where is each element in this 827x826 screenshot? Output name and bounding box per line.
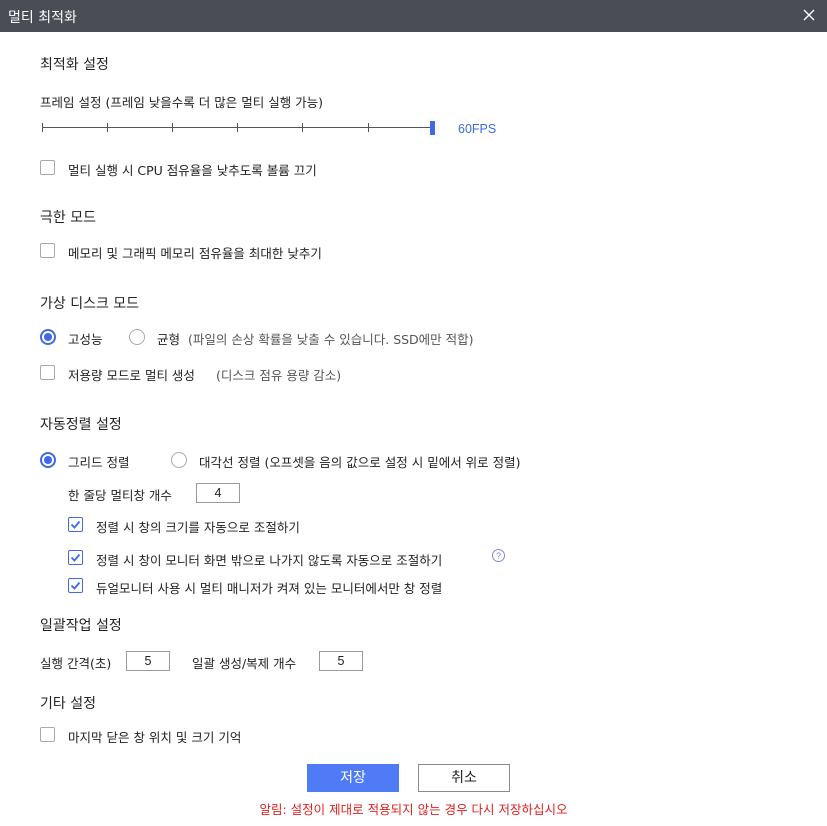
grid-arrange-label: 그리드 정렬 [68, 455, 130, 470]
diagonal-arrange-label: 대각선 정렬 (오프셋을 음의 값으로 설정 시 밑에서 위로 정렬) [199, 455, 521, 470]
balanced-note: (파일의 손상 확률을 낮출 수 있습니다. SSD에만 적합) [188, 332, 474, 347]
batch-heading: 일괄작업 설정 [40, 618, 122, 634]
high-performance-radio[interactable] [40, 329, 56, 345]
balanced-radio[interactable] [129, 329, 145, 345]
run-interval-label: 실행 간격(초) [40, 656, 112, 671]
windows-per-row-label: 한 줄당 멀티창 개수 [68, 488, 172, 503]
diagonal-arrange-radio[interactable] [171, 452, 187, 468]
slider-tick [368, 123, 369, 132]
title-bar: 멀티 최적화 [0, 0, 827, 32]
grid-arrange-radio[interactable] [40, 452, 56, 468]
remember-window-label: 마지막 닫은 창 위치 및 크기 기억 [68, 730, 242, 745]
batch-count-input[interactable]: 5 [319, 651, 363, 671]
optimize-heading: 최적화 설정 [40, 57, 109, 73]
balanced-label: 균형 [157, 332, 181, 347]
high-performance-label: 고성능 [68, 332, 103, 347]
mute-volume-label: 멀티 실행 시 CPU 점유율을 낮추도록 볼륨 끄기 [68, 163, 317, 178]
fps-value: 60FPS [458, 122, 497, 136]
low-capacity-label: 저용량 모드로 멀티 생성 [68, 368, 195, 383]
slider-tick [237, 123, 238, 132]
save-button[interactable]: 저장 [307, 764, 399, 792]
reduce-memory-label: 메모리 및 그래픽 메모리 점유율을 최대한 낮추기 [68, 246, 322, 261]
auto-arrange-heading: 자동정렬 설정 [40, 417, 122, 433]
dual-monitor-checkbox[interactable] [68, 578, 83, 593]
auto-resize-label: 정렬 시 창의 크기를 자동으로 조절하기 [96, 520, 300, 535]
slider-tick [302, 123, 303, 132]
multi-optimize-dialog: 멀티 최적화 최적화 설정 프레임 설정 (프레임 낮을수록 더 많은 멀티 실… [0, 0, 827, 826]
help-icon[interactable]: ? [492, 549, 505, 562]
slider-tick [172, 123, 173, 132]
keep-onscreen-label: 정렬 시 창이 모니터 화면 밖으로 나가지 않도록 자동으로 조절하기 [96, 553, 443, 568]
windows-per-row-input[interactable]: 4 [196, 483, 240, 503]
reduce-memory-checkbox[interactable] [40, 243, 55, 258]
close-icon[interactable] [801, 7, 817, 23]
save-warning-text: 알림: 설정이 제대로 적용되지 않는 경우 다시 저장하십시오 [259, 802, 568, 817]
virtual-disk-heading: 가상 디스크 모드 [40, 296, 140, 312]
keep-onscreen-checkbox[interactable] [68, 550, 83, 565]
low-capacity-checkbox[interactable] [40, 365, 55, 380]
low-capacity-note: (디스크 점유 용량 감소) [216, 368, 342, 383]
dialog-title: 멀티 최적화 [8, 10, 77, 26]
misc-heading: 기타 설정 [40, 696, 96, 712]
slider-thumb[interactable] [430, 121, 435, 135]
remember-window-checkbox[interactable] [40, 727, 55, 742]
extreme-mode-heading: 극한 모드 [40, 210, 96, 226]
batch-count-label: 일괄 생성/복제 개수 [192, 656, 297, 671]
mute-volume-checkbox[interactable] [40, 160, 55, 175]
dual-monitor-label: 듀얼모니터 사용 시 멀티 매니저가 켜져 있는 모니터에서만 창 정렬 [96, 581, 443, 596]
slider-tick [107, 123, 108, 132]
frame-setting-label: 프레임 설정 (프레임 낮을수록 더 많은 멀티 실행 가능) [40, 95, 324, 110]
auto-resize-checkbox[interactable] [68, 517, 83, 532]
slider-tick [42, 123, 43, 132]
run-interval-input[interactable]: 5 [126, 651, 170, 671]
cancel-button[interactable]: 취소 [418, 764, 510, 792]
